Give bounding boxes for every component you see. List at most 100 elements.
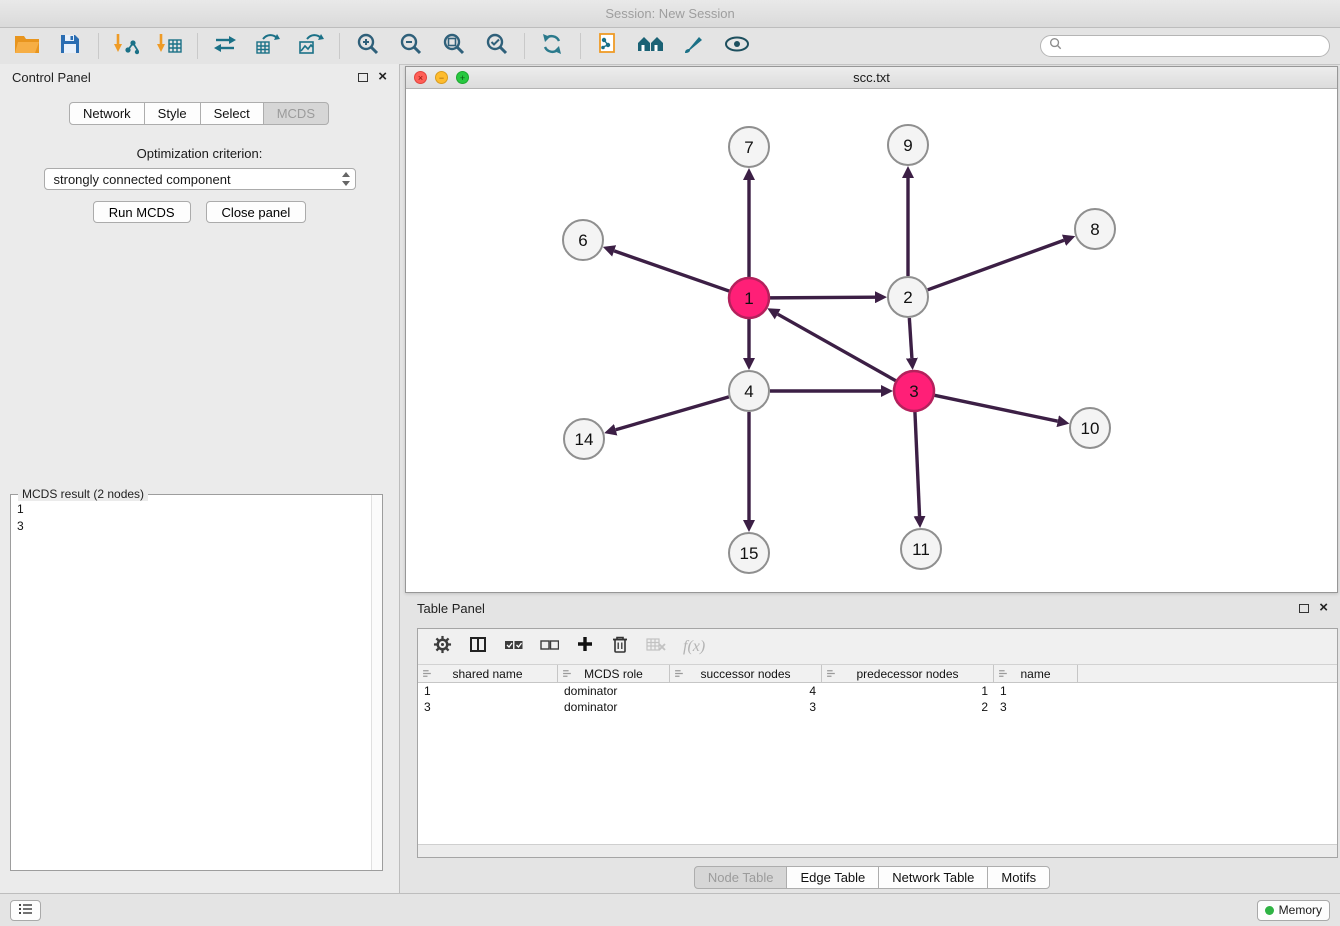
table-cell: 3 bbox=[670, 700, 822, 714]
graph-node-11[interactable]: 11 bbox=[901, 529, 941, 569]
network-share-button[interactable] bbox=[208, 31, 242, 61]
column-header-predecessor-nodes[interactable]: predecessor nodes bbox=[822, 665, 994, 682]
tab-style[interactable]: Style bbox=[144, 102, 201, 125]
function-builder-button[interactable]: f(x) bbox=[683, 638, 705, 656]
result-scrollbar[interactable] bbox=[371, 495, 382, 870]
graph-node-2[interactable]: 2 bbox=[888, 277, 928, 317]
table-row[interactable]: 3dominator323 bbox=[418, 699, 1337, 715]
tab-network-table[interactable]: Network Table bbox=[878, 866, 988, 889]
open-session-button[interactable] bbox=[10, 31, 44, 61]
zoom-in-icon bbox=[356, 32, 379, 60]
network-graph[interactable]: 7 9 6 8 1 2 4 3 14 10 15 11 bbox=[406, 89, 1337, 593]
zoom-fit-button[interactable] bbox=[436, 31, 470, 61]
delete-column-button[interactable] bbox=[611, 635, 629, 659]
network-image-button[interactable] bbox=[294, 31, 328, 61]
checked-boxes-icon bbox=[504, 638, 523, 656]
list-icon bbox=[18, 903, 33, 918]
edge-3-11[interactable] bbox=[915, 412, 920, 516]
tab-edge-table[interactable]: Edge Table bbox=[786, 866, 879, 889]
table-settings-button[interactable] bbox=[433, 635, 452, 659]
edge-2-8[interactable] bbox=[928, 240, 1064, 290]
close-panel-button[interactable]: Close panel bbox=[206, 201, 307, 223]
show-view-button[interactable] bbox=[720, 31, 754, 61]
home-view-button[interactable] bbox=[634, 31, 668, 61]
search-box[interactable] bbox=[1040, 35, 1330, 57]
optimization-dropdown[interactable]: strongly connected component bbox=[44, 168, 356, 190]
import-table-button[interactable] bbox=[152, 31, 186, 61]
table-toolbar: f(x) bbox=[418, 629, 1337, 665]
graph-node-4[interactable]: 4 bbox=[729, 371, 769, 411]
graph-node-8[interactable]: 8 bbox=[1075, 209, 1115, 249]
apply-style-button[interactable] bbox=[677, 31, 711, 61]
close-table-panel-icon[interactable]: × bbox=[1319, 603, 1328, 613]
add-column-button[interactable] bbox=[576, 635, 594, 658]
show-columns-button[interactable] bbox=[469, 636, 487, 658]
graph-node-3[interactable]: 3 bbox=[894, 371, 934, 411]
float-table-panel-icon[interactable] bbox=[1299, 604, 1309, 613]
delete-table-button[interactable] bbox=[646, 637, 666, 657]
column-header-MCDS-role[interactable]: MCDS role bbox=[558, 665, 670, 682]
sort-icon bbox=[998, 668, 1009, 679]
tab-network[interactable]: Network bbox=[69, 102, 145, 125]
refresh-button[interactable] bbox=[535, 31, 569, 61]
column-header-name[interactable]: name bbox=[994, 665, 1078, 682]
table-panel-tabs: Node TableEdge TableNetwork TableMotifs bbox=[405, 866, 1340, 889]
eye-icon bbox=[724, 34, 750, 59]
window-titlebar[interactable]: Session: New Session bbox=[0, 0, 1340, 28]
import-network-button[interactable] bbox=[109, 31, 143, 61]
edge-3-1[interactable] bbox=[778, 314, 896, 380]
network-table-button[interactable] bbox=[251, 31, 285, 61]
close-window-button[interactable]: × bbox=[414, 71, 427, 84]
houses-icon bbox=[637, 33, 665, 60]
graph-node-15[interactable]: 15 bbox=[729, 533, 769, 573]
search-input[interactable] bbox=[1067, 39, 1321, 53]
tab-mcds[interactable]: MCDS bbox=[263, 102, 329, 125]
column-header-successor-nodes[interactable]: successor nodes bbox=[670, 665, 822, 682]
edge-3-10[interactable] bbox=[935, 395, 1058, 421]
tab-node-table[interactable]: Node Table bbox=[694, 866, 788, 889]
minimize-window-button[interactable]: − bbox=[435, 71, 448, 84]
close-panel-icon[interactable]: × bbox=[378, 72, 387, 82]
tab-select[interactable]: Select bbox=[200, 102, 264, 125]
table-header-row: shared nameMCDS rolesuccessor nodesprede… bbox=[418, 665, 1337, 683]
maximize-window-button[interactable]: + bbox=[456, 71, 469, 84]
mcds-result-list[interactable]: 13 bbox=[11, 495, 382, 541]
table-row[interactable]: 1dominator411 bbox=[418, 683, 1337, 699]
tab-motifs[interactable]: Motifs bbox=[987, 866, 1050, 889]
node-label: 4 bbox=[744, 382, 753, 401]
copy-network-button[interactable] bbox=[591, 31, 625, 61]
zoom-out-button[interactable] bbox=[393, 31, 427, 61]
zoom-in-button[interactable] bbox=[350, 31, 384, 61]
memory-button[interactable]: Memory bbox=[1257, 900, 1330, 921]
graph-node-7[interactable]: 7 bbox=[729, 127, 769, 167]
network-table-icon bbox=[255, 32, 281, 61]
horizontal-scrollbar[interactable] bbox=[418, 844, 1337, 857]
select-all-rows-button[interactable] bbox=[504, 638, 523, 656]
zoom-selected-button[interactable] bbox=[479, 31, 513, 61]
deselect-all-rows-button[interactable] bbox=[540, 638, 559, 656]
edge-4-14[interactable] bbox=[616, 397, 729, 430]
task-list-button[interactable] bbox=[10, 900, 41, 921]
delete-table-icon bbox=[646, 637, 666, 657]
graph-node-9[interactable]: 9 bbox=[888, 125, 928, 165]
table-body: 1dominator4113dominator323 bbox=[418, 683, 1337, 844]
zoom-selected-icon bbox=[485, 32, 508, 60]
edge-1-6[interactable] bbox=[614, 251, 729, 291]
column-header-shared-name[interactable]: shared name bbox=[418, 665, 558, 682]
network-image-icon bbox=[298, 32, 324, 61]
graph-node-6[interactable]: 6 bbox=[563, 220, 603, 260]
node-label: 10 bbox=[1081, 419, 1100, 438]
float-panel-icon[interactable] bbox=[358, 73, 368, 82]
graph-node-14[interactable]: 14 bbox=[564, 419, 604, 459]
edge-2-3[interactable] bbox=[909, 318, 912, 358]
sort-icon bbox=[674, 668, 685, 679]
edge-1-2[interactable] bbox=[770, 297, 875, 298]
network-arrows-icon bbox=[213, 32, 237, 61]
run-mcds-button[interactable]: Run MCDS bbox=[93, 201, 191, 223]
unchecked-boxes-icon bbox=[540, 638, 559, 656]
graph-node-1[interactable]: 1 bbox=[729, 278, 769, 318]
network-window-titlebar[interactable]: × − + scc.txt bbox=[406, 67, 1337, 89]
network-canvas[interactable]: 7 9 6 8 1 2 4 3 14 10 15 11 bbox=[406, 89, 1337, 592]
save-session-button[interactable] bbox=[53, 31, 87, 61]
graph-node-10[interactable]: 10 bbox=[1070, 408, 1110, 448]
